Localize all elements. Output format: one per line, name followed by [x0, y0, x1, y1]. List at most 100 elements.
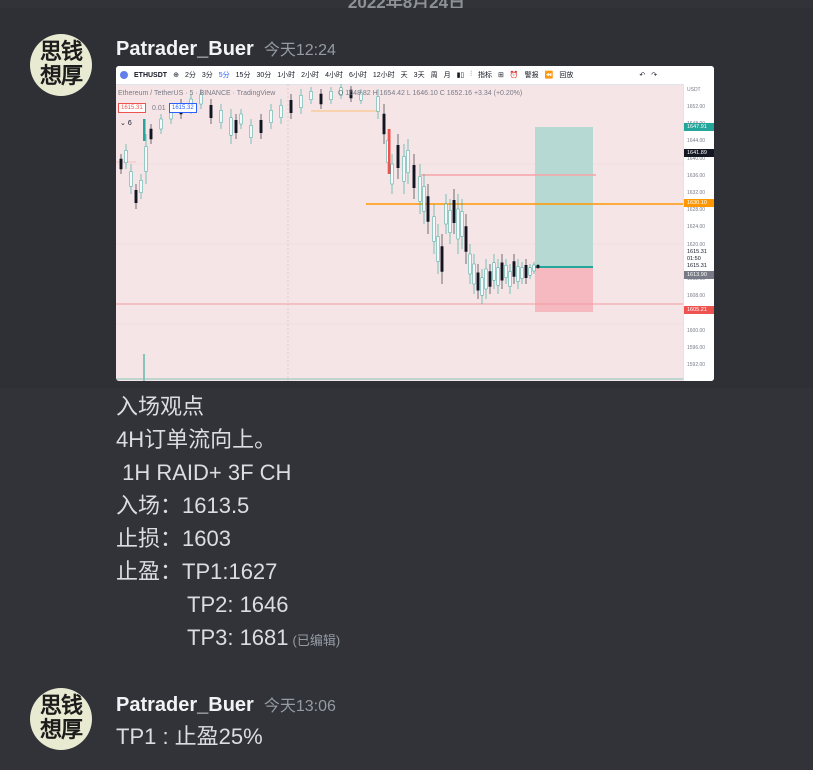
candle-body	[279, 105, 283, 118]
sell-price-box[interactable]: 1615.31	[118, 103, 146, 113]
candle-body	[269, 110, 273, 123]
candle-body	[382, 113, 386, 135]
price-axis[interactable]: USDT 1652.001648.001644.001640.001636.00…	[683, 84, 714, 381]
axis-currency[interactable]: USDT	[687, 87, 701, 93]
candle-body	[259, 120, 263, 133]
interval-5m[interactable]: 5分	[219, 70, 230, 80]
interval-1h[interactable]: 1小时	[277, 70, 295, 80]
alert-button[interactable]: 警报	[525, 70, 539, 80]
interval-3m[interactable]: 3分	[202, 70, 213, 80]
author-name[interactable]: Patrader_Buer	[116, 694, 254, 716]
layout-icon[interactable]: ⊞	[498, 71, 504, 79]
replay-button[interactable]: 回放	[559, 70, 573, 80]
line-tp1-result: TP1 : 止盈25%	[116, 724, 263, 749]
line-tp2: TP2: 1646	[187, 592, 289, 617]
candle-body	[516, 266, 520, 282]
add-symbol-icon[interactable]: ⊕	[173, 71, 179, 79]
legend-title: Ethereum / TetherUS · 5 · BINANCE · Trad…	[118, 90, 276, 97]
message-header: Patrader_Buer 今天13:06	[116, 692, 336, 717]
candle-type-icon[interactable]: ▮▯	[457, 71, 465, 79]
axis-tick: 1632.00	[687, 190, 706, 196]
alert-icon[interactable]: ⏰	[510, 71, 519, 79]
undo-icon[interactable]: ↶	[639, 71, 645, 79]
ohlc-values: O 1648.82 H 1654.42 L 1646.10 C 1652.16 …	[338, 90, 523, 97]
stop-zone[interactable]	[535, 267, 593, 312]
candle-body	[444, 203, 448, 225]
axis-tick: 1608.00	[687, 293, 706, 300]
candle-body	[440, 246, 444, 272]
interval-2m[interactable]: 2分	[185, 70, 196, 80]
interval-3d[interactable]: 3天	[414, 70, 425, 80]
candle-body	[143, 119, 146, 141]
line-entry: 入场：1613.5	[116, 493, 250, 518]
interval-12h[interactable]: 12小时	[373, 70, 395, 80]
candlestick-chart[interactable]	[116, 84, 684, 381]
avatar[interactable]: 思钱 想厚	[30, 688, 92, 750]
symbol-label[interactable]: ETHUSDT	[134, 72, 167, 79]
avatar-text-line-1: 思钱	[39, 694, 83, 719]
message-body: 入场观点 4H订单流向上。 1H RAID+ 3F CH 入场：1613.5 止…	[116, 390, 340, 657]
candle-body	[209, 105, 213, 118]
avatar[interactable]: 思钱 想厚	[30, 34, 92, 96]
interval-1w[interactable]: 周	[431, 70, 438, 80]
candle-body	[520, 267, 524, 279]
candle-body	[432, 216, 436, 242]
candle-body	[484, 268, 488, 290]
candle-body	[492, 262, 496, 281]
timestamp[interactable]: 今天13:06	[264, 698, 336, 715]
chart-legend: Ethereum / TetherUS · 5 · BINANCE · Trad…	[118, 90, 275, 97]
buy-price-box[interactable]: 1615.32	[169, 103, 197, 113]
replay-icon[interactable]: ⏪	[545, 71, 554, 79]
line-4h-orderflow: 4H订单流向上。	[116, 427, 277, 452]
candle-body	[234, 120, 238, 133]
line-entry-view: 入场观点	[116, 394, 205, 419]
line-1h-raid: 1H RAID+ 3F CH	[116, 460, 292, 485]
target-zone[interactable]	[535, 127, 593, 267]
avatar-text-line-2: 想厚	[39, 64, 83, 89]
candle-body	[422, 186, 426, 212]
timestamp[interactable]: 今天12:24	[264, 42, 336, 59]
candle-body	[460, 211, 464, 237]
ethereum-logo-icon	[120, 71, 128, 79]
interval-6h[interactable]: 6小时	[349, 70, 367, 80]
candle-body	[388, 129, 391, 174]
line-tp3: TP3: 1681	[187, 625, 289, 650]
message-body: TP1 : 止盈25%	[116, 720, 263, 753]
interval-1d[interactable]: 天	[401, 70, 408, 80]
candle-body	[129, 171, 133, 187]
candle-body	[452, 200, 456, 223]
candle-body	[528, 267, 532, 276]
candle-body	[159, 118, 163, 130]
interval-1mo[interactable]: 月	[444, 70, 451, 80]
interval-2h[interactable]: 2小时	[301, 70, 319, 80]
indicators-button[interactable]: 指标	[478, 70, 492, 80]
interval-15m[interactable]: 15分	[236, 70, 251, 80]
candle-body	[319, 93, 323, 105]
candle-body	[436, 236, 440, 262]
tag-last-price-2: 1615.31	[684, 262, 714, 270]
candle-body	[448, 210, 452, 233]
line-tp1: 止盈：TP1:1627	[116, 559, 278, 584]
author-name[interactable]: Patrader_Buer	[116, 38, 254, 60]
chart-image-attachment[interactable]: ETHUSDT ⊕ 2分 3分 5分 15分 30分 1小时 2小时 4小时 6…	[116, 66, 714, 381]
candle-body	[488, 271, 492, 287]
redo-icon[interactable]: ↷	[651, 71, 657, 79]
candle-body	[536, 265, 540, 268]
candle-body	[149, 128, 153, 140]
collapse-indicators[interactable]: ⌄ 6	[120, 119, 132, 127]
tag-dark-price: 1641.89	[684, 149, 714, 157]
line-stop: 止损：1603	[116, 526, 231, 551]
edited-label: (已编辑)	[292, 633, 341, 648]
tag-entry-price: 1613.90	[684, 271, 714, 279]
interval-4h[interactable]: 4小时	[325, 70, 343, 80]
date-divider: 2022年8月24日	[347, 0, 466, 12]
candle-body	[512, 261, 516, 277]
indicators-icon[interactable]: ⫶	[470, 71, 472, 79]
axis-tick: 1596.00	[687, 344, 706, 351]
candle-body	[464, 226, 468, 252]
interval-30m[interactable]: 30分	[256, 70, 271, 80]
avatar-text-line-2: 想厚	[39, 718, 83, 743]
axis-tick: 1624.00	[687, 224, 706, 231]
candle-body	[406, 150, 410, 173]
candles	[119, 84, 540, 304]
